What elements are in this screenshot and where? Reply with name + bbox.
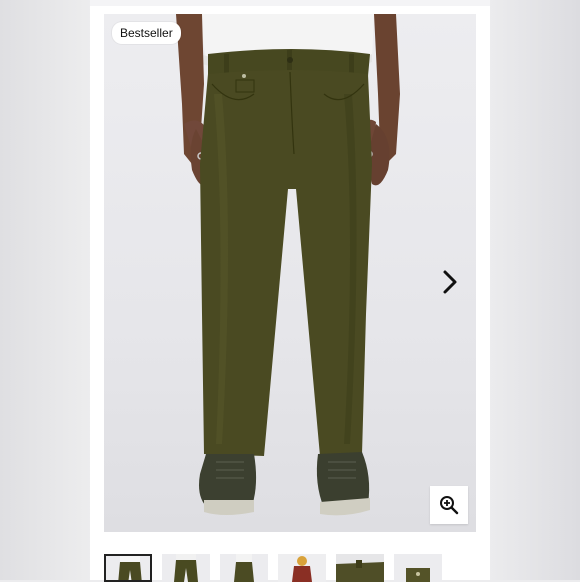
chevron-right-icon <box>443 270 457 294</box>
zoom-in-icon <box>440 496 459 515</box>
thumbnail-image <box>336 554 384 582</box>
background-left <box>0 0 92 580</box>
thumbnail-image <box>220 554 268 582</box>
thumbnail-image <box>278 554 326 582</box>
pants-photo <box>176 14 400 516</box>
bestseller-badge: Bestseller <box>112 22 181 44</box>
background-right <box>488 0 580 580</box>
thumbnail-strip <box>104 554 476 582</box>
thumbnail-model-lifestyle[interactable] <box>278 554 326 582</box>
next-image-button[interactable] <box>434 266 466 298</box>
thumbnail-front[interactable] <box>104 554 152 582</box>
product-page: Bestseller <box>90 0 490 582</box>
thumbnail-image <box>106 556 150 580</box>
product-hero-image[interactable]: Bestseller <box>104 14 476 532</box>
thumbnail-image <box>162 554 210 582</box>
thumbnail-back[interactable] <box>162 554 210 582</box>
thumbnail-waistband-detail[interactable] <box>336 554 384 582</box>
thumbnail-image <box>394 554 442 582</box>
top-strip <box>90 0 490 6</box>
zoom-button[interactable] <box>430 486 468 524</box>
thumbnail-side[interactable] <box>220 554 268 582</box>
thumbnail-pocket-detail[interactable] <box>394 554 442 582</box>
